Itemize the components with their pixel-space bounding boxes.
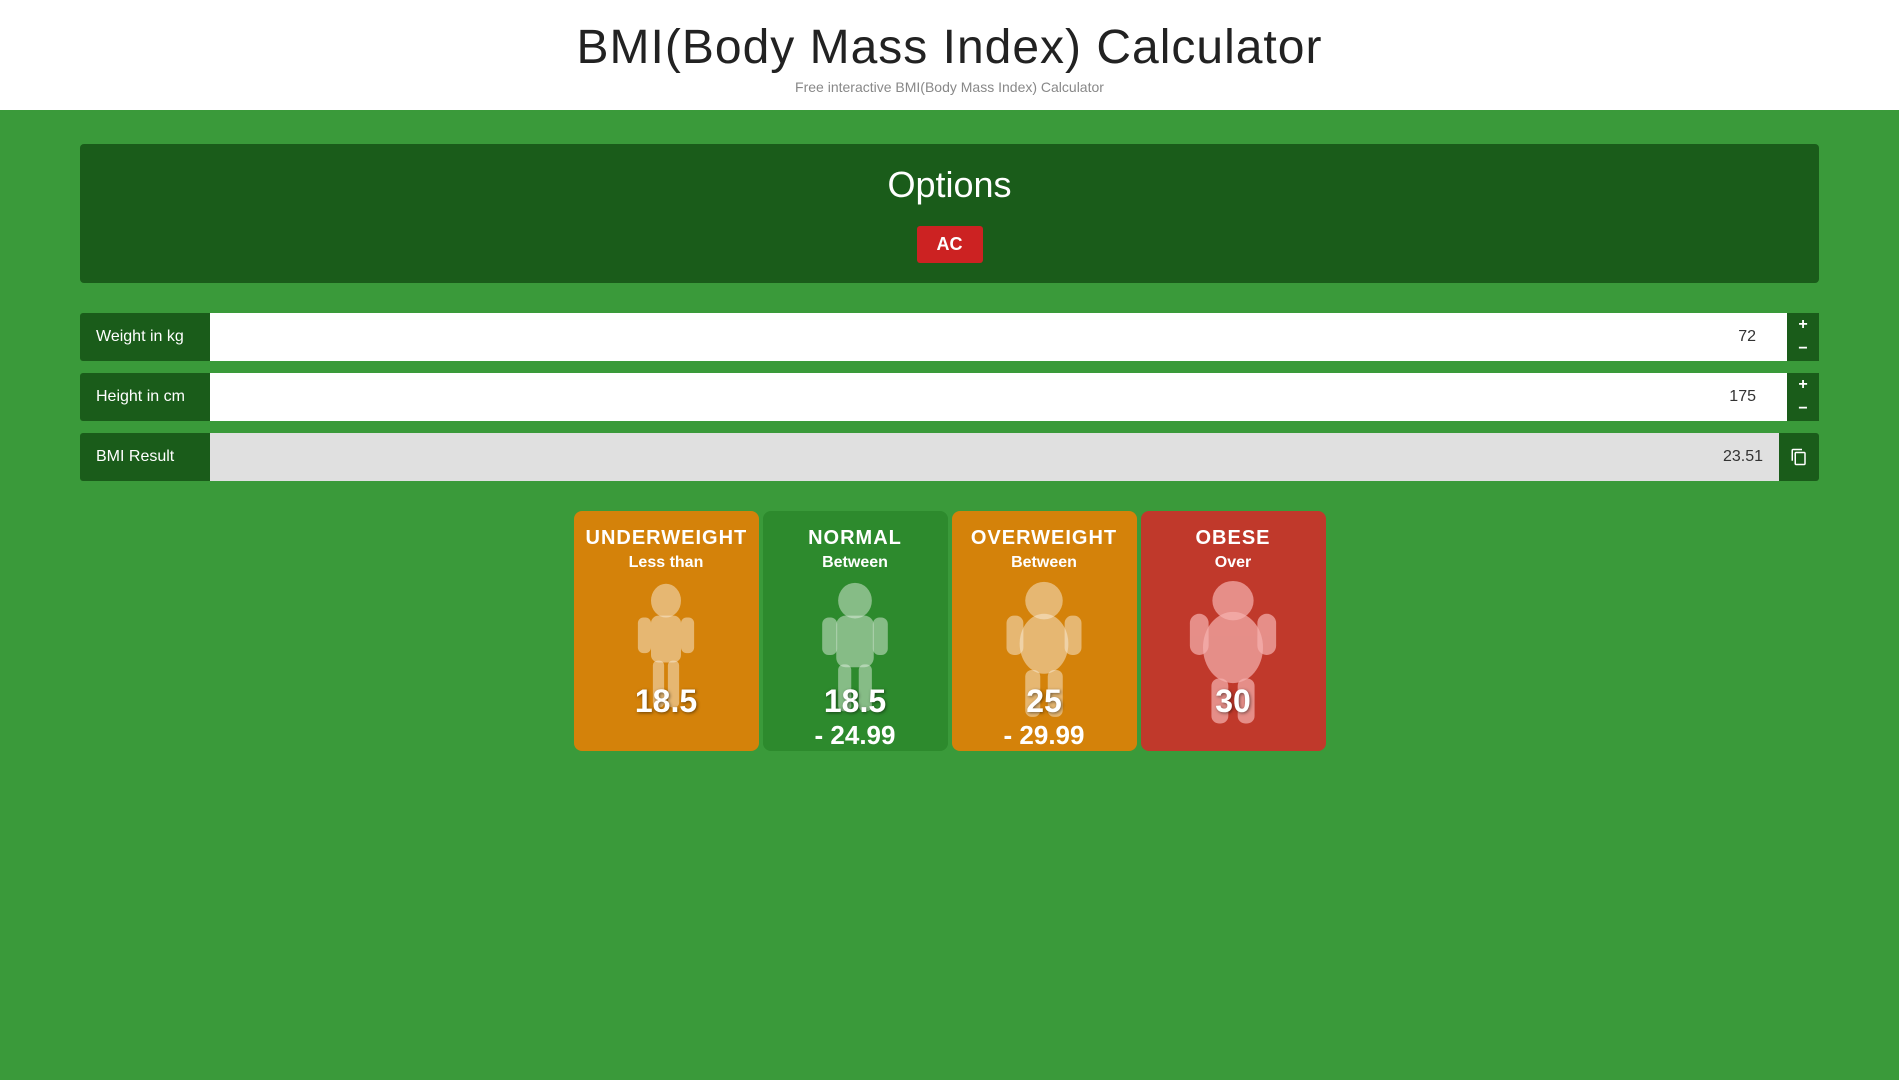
overweight-value: 25 <box>1026 683 1062 720</box>
weight-increment-button[interactable]: + <box>1787 313 1819 337</box>
bmi-card-obese: OBESE Over 30 <box>1141 511 1326 751</box>
weight-decrement-button[interactable]: − <box>1787 337 1819 361</box>
underweight-subtitle: Less than <box>586 554 747 572</box>
overweight-title: OVERWEIGHT <box>964 527 1125 550</box>
height-decrement-button[interactable]: − <box>1787 397 1819 421</box>
height-label: Height in cm <box>80 373 210 421</box>
bmi-result-label: BMI Result <box>80 433 210 481</box>
underweight-silhouette: 18.5 <box>586 580 747 730</box>
page-header: BMI(Body Mass Index) Calculator Free int… <box>0 0 1899 114</box>
normal-value: 18.5 <box>824 683 886 720</box>
height-increment-button[interactable]: + <box>1787 373 1819 397</box>
overweight-subtitle: Between <box>964 554 1125 572</box>
options-title: Options <box>100 164 1799 206</box>
weight-input-row: Weight in kg + − <box>80 313 1819 361</box>
height-spinner: + − <box>1787 373 1819 421</box>
normal-title: NORMAL <box>775 527 936 550</box>
page-title: BMI(Body Mass Index) Calculator <box>10 20 1889 75</box>
github-ribbon[interactable]: Fork me on GitHub <box>1799 0 1899 100</box>
bmi-result-input <box>210 433 1779 481</box>
weight-input[interactable] <box>210 313 1787 361</box>
normal-subtitle: Between <box>775 554 936 572</box>
bmi-card-overweight: OVERWEIGHT Between 25 - 29.99 <box>952 511 1137 751</box>
underweight-title: UNDERWEIGHT <box>586 527 747 550</box>
normal-silhouette: 18.5 <box>775 580 936 730</box>
obese-silhouette: 30 <box>1153 580 1314 730</box>
github-link[interactable]: Fork me on GitHub <box>1858 0 1899 10</box>
weight-spinner: + − <box>1787 313 1819 361</box>
overweight-silhouette: 25 <box>964 580 1125 730</box>
height-input[interactable] <box>210 373 1787 421</box>
options-box: Options AC <box>80 144 1819 283</box>
page-subtitle: Free interactive BMI(Body Mass Index) Ca… <box>10 79 1889 95</box>
bmi-card-underweight: UNDERWEIGHT Less than 18.5 <box>574 511 759 751</box>
copy-icon <box>1790 448 1808 466</box>
main-content: Options AC Weight in kg + − Height in cm… <box>0 114 1899 781</box>
bmi-card-normal: NORMAL Between 18.5 - 24.99 <box>763 511 948 751</box>
copy-bmi-button[interactable] <box>1779 433 1819 481</box>
obese-title: OBESE <box>1153 527 1314 550</box>
bmi-cards-container: UNDERWEIGHT Less than 18.5 NORMAL Betwee… <box>80 511 1819 751</box>
bmi-result-row: BMI Result <box>80 433 1819 481</box>
obese-value: 30 <box>1215 683 1251 720</box>
ac-button[interactable]: AC <box>917 226 983 263</box>
height-input-row: Height in cm + − <box>80 373 1819 421</box>
weight-label: Weight in kg <box>80 313 210 361</box>
obese-subtitle: Over <box>1153 554 1314 572</box>
underweight-value: 18.5 <box>635 683 697 720</box>
